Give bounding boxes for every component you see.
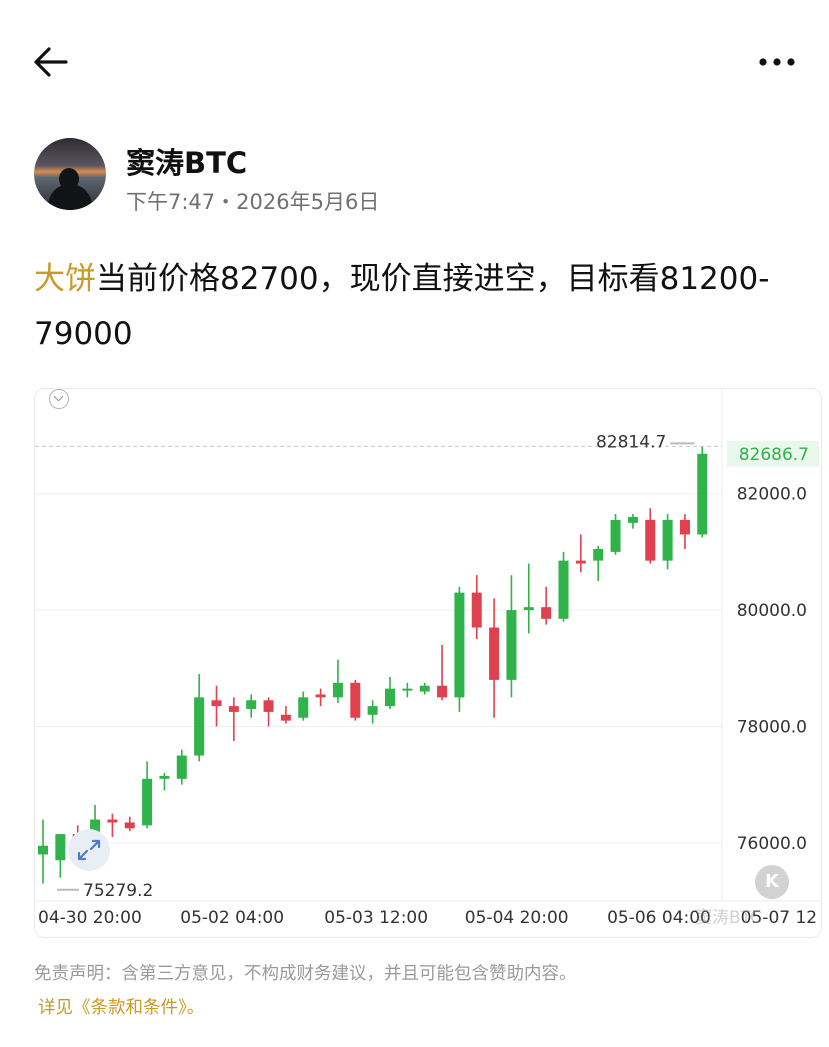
high-price-label: 82814.7 xyxy=(596,432,666,452)
candle-body xyxy=(523,607,534,611)
candles xyxy=(38,446,708,884)
coin-tag[interactable]: 大饼 xyxy=(34,261,96,297)
top-bar xyxy=(0,0,829,120)
candle-body xyxy=(697,453,708,535)
candle-body xyxy=(38,845,48,855)
candle-body xyxy=(350,682,361,718)
terms-link[interactable]: 详见《条款和条件》。 xyxy=(38,994,204,1019)
candle-body xyxy=(610,519,621,552)
candle-body xyxy=(454,592,465,698)
back-button[interactable] xyxy=(30,42,74,82)
arrow-left-icon xyxy=(34,47,68,77)
candle-body xyxy=(367,706,378,715)
x-tick-label: 04-30 20:00 xyxy=(38,908,142,928)
candle-body xyxy=(280,714,291,721)
chart-expand-button[interactable] xyxy=(68,829,110,871)
y-tick-label: 80000.0 xyxy=(737,601,807,621)
disclaimer-text: 免责声明：含第三方意见，不构成财务建议，并且可能包含赞助内容。 xyxy=(34,964,577,984)
candle-body xyxy=(228,706,239,712)
candle-body xyxy=(662,519,673,561)
y-tick-label: 76000.0 xyxy=(737,834,807,854)
more-horizontal-icon xyxy=(759,58,795,66)
chart-collapse-button[interactable] xyxy=(49,389,69,409)
candlestick-chart: 82000.0 80000.0 78000.0 76000.0 04-30 20:00 0… xyxy=(35,389,821,928)
watermark-text: 窦涛BTC xyxy=(695,908,762,928)
candle-body xyxy=(385,688,395,707)
x-tick-label: 05-02 04:00 xyxy=(180,908,284,928)
candle-body xyxy=(124,822,135,829)
candle-body xyxy=(558,560,569,619)
candle-body xyxy=(107,819,118,823)
candle-body xyxy=(246,700,257,709)
candle-body xyxy=(402,688,413,691)
low-price-label: 75279.2 xyxy=(83,881,153,901)
x-tick-label: 05-03 12:00 xyxy=(324,908,428,928)
avatar-figure-body xyxy=(48,184,92,210)
candle-body xyxy=(194,697,205,756)
candle-body xyxy=(627,517,638,523)
candle-body xyxy=(471,592,482,628)
candle-body xyxy=(263,700,274,712)
candle-body xyxy=(176,755,187,779)
expand-arrows-icon xyxy=(77,839,101,861)
y-tick-label: 82000.0 xyxy=(737,485,807,505)
candle-body xyxy=(541,607,552,619)
candle-body xyxy=(506,610,517,680)
candle-body xyxy=(142,778,153,826)
post-text: 当前价格82700，现价直接进空，目标看81200-79000 xyxy=(34,261,770,352)
candle-body xyxy=(211,700,222,707)
candle-body xyxy=(437,685,448,698)
y-tick-label: 78000.0 xyxy=(737,717,807,737)
avatar[interactable] xyxy=(34,138,106,210)
candle-body xyxy=(332,682,343,698)
watermark: 窦涛BTC xyxy=(695,908,762,928)
candle-body xyxy=(315,694,326,698)
candle-body xyxy=(55,834,66,861)
x-tick-label: 05-04 20:00 xyxy=(465,908,569,928)
candle-body xyxy=(645,519,656,561)
candle-body xyxy=(593,549,604,561)
last-price-label: 82686.7 xyxy=(739,445,809,465)
author-name[interactable]: 窦涛BTC xyxy=(126,140,247,182)
candle-body xyxy=(419,685,430,692)
candle-body xyxy=(679,519,690,535)
candle-body xyxy=(159,775,170,779)
author-header: 窦涛BTC 下午7:47・2026年5月6日 xyxy=(34,138,794,218)
candle-body xyxy=(489,627,500,680)
post-body: 大饼当前价格82700，现价直接进空，目标看81200-79000 xyxy=(34,252,804,362)
candle-body xyxy=(298,697,309,718)
post-timestamp: 下午7:47・2026年5月6日 xyxy=(126,190,380,214)
price-chart-card[interactable]: 82000.0 80000.0 78000.0 76000.0 04-30 20:00 0… xyxy=(34,388,822,938)
more-button[interactable] xyxy=(752,48,802,76)
k-logo-icon[interactable]: K xyxy=(755,865,789,899)
candle-body xyxy=(575,560,586,564)
